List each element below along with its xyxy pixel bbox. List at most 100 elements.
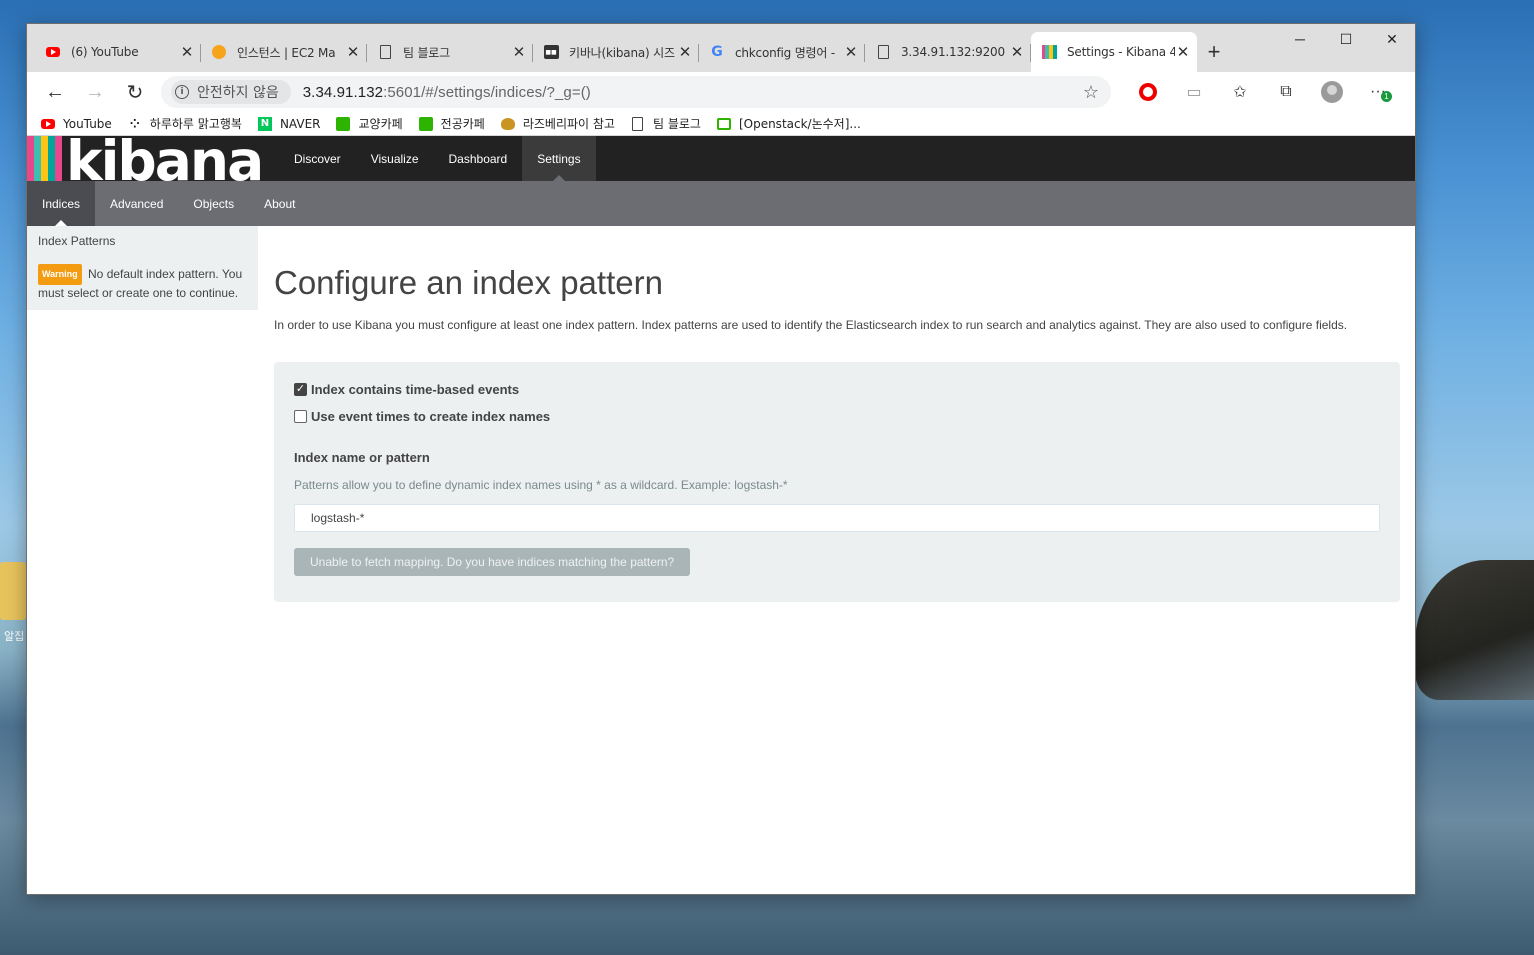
more-menu-icon[interactable]: ··· 1 bbox=[1355, 76, 1401, 108]
naver-icon: N bbox=[257, 116, 272, 131]
bookmark-star-icon[interactable]: ☆ bbox=[1083, 82, 1099, 103]
minimize-icon[interactable]: ─ bbox=[1277, 24, 1323, 54]
index-name-help: Patterns allow you to define dynamic ind… bbox=[294, 478, 788, 492]
bookmark-raspberry[interactable]: 라즈베리파이 참고 bbox=[500, 115, 615, 132]
security-indicator[interactable]: i 안전하지 않음 bbox=[171, 80, 291, 104]
toolbar-icons: ▭ ✩ ⧉ ··· 1 bbox=[1125, 76, 1401, 108]
time-based-checkbox-row[interactable]: ✓ Index contains time-based events bbox=[294, 382, 1380, 397]
tab-title: (6) YouTube bbox=[71, 45, 139, 59]
nav-settings[interactable]: Settings bbox=[522, 136, 596, 181]
close-tab-icon[interactable]: ✕ bbox=[677, 43, 693, 61]
index-name-label: Index name or pattern bbox=[294, 450, 430, 465]
tab-indices[interactable]: Indices bbox=[27, 181, 96, 226]
tab-kibana-blog[interactable]: ■■ 키바나(kibana) 시즈 ✕ bbox=[533, 32, 699, 72]
tab-title: 키바나(kibana) 시즈 bbox=[569, 45, 675, 60]
bookmark-label: 교양카페 bbox=[358, 117, 403, 131]
nav-visualize[interactable]: Visualize bbox=[356, 136, 434, 181]
tab-advanced[interactable]: Advanced bbox=[95, 181, 178, 226]
bookmark-label: YouTube bbox=[63, 116, 112, 131]
tab-strip: (6) YouTube ✕ 인스턴스 | EC2 Ma ✕ 팀 블로그 ✕ ■■… bbox=[27, 24, 1415, 72]
document-icon bbox=[631, 116, 645, 131]
tab-kibana-settings[interactable]: Settings - Kibana 4 ✕ bbox=[1031, 32, 1197, 72]
event-times-checkbox-row[interactable]: Use event times to create index names bbox=[294, 409, 1380, 424]
url-path: :5601/#/settings/indices/?_g=() bbox=[383, 83, 591, 101]
cafe-icon bbox=[418, 116, 433, 131]
kibana-logo[interactable]: kibana bbox=[27, 136, 279, 181]
bookmark-youtube[interactable]: YouTube bbox=[41, 117, 112, 131]
tab-title: Settings - Kibana 4 bbox=[1067, 45, 1175, 59]
no-default-warning: Warning No default index pattern. You mu… bbox=[38, 264, 247, 302]
time-based-label: Index contains time-based events bbox=[311, 382, 520, 397]
bookmark-openstack[interactable]: [Openstack/논수저]... bbox=[716, 115, 861, 132]
kibana-content: Index Patterns Warning No default index … bbox=[27, 226, 1415, 602]
tab-team-blog[interactable]: 팀 블로그 ✕ bbox=[367, 32, 533, 72]
browser-window: (6) YouTube ✕ 인스턴스 | EC2 Ma ✕ 팀 블로그 ✕ ■■… bbox=[26, 23, 1416, 895]
security-label: 안전하지 않음 bbox=[197, 85, 279, 101]
maximize-icon[interactable]: ☐ bbox=[1323, 24, 1369, 54]
document-icon bbox=[875, 44, 891, 60]
kibana-main-menu: Discover Visualize Dashboard Settings bbox=[279, 136, 596, 181]
bookmark-label: NAVER bbox=[279, 116, 321, 131]
close-tab-icon[interactable]: ✕ bbox=[843, 43, 859, 61]
kibana-logo-bars bbox=[27, 136, 62, 181]
bookmark-daily-blog[interactable]: ⁘ 하루하루 맑고행복 bbox=[128, 115, 242, 132]
blog-icon bbox=[716, 117, 731, 131]
tab-youtube[interactable]: (6) YouTube ✕ bbox=[35, 32, 201, 72]
nav-discover[interactable]: Discover bbox=[279, 136, 356, 181]
bookmark-team-blog[interactable]: 팀 블로그 bbox=[631, 115, 701, 132]
bookmark-naver[interactable]: N NAVER bbox=[257, 116, 321, 131]
close-tab-icon[interactable]: ✕ bbox=[345, 43, 361, 61]
bookmarks-bar: YouTube ⁘ 하루하루 맑고행복 N NAVER 교양카페 전공카페 라즈… bbox=[27, 112, 1415, 136]
cafe-icon bbox=[336, 116, 351, 131]
bookmark-label: 라즈베리파이 참고 bbox=[522, 117, 615, 131]
window-controls: ─ ☐ ✕ bbox=[1277, 24, 1415, 54]
bookmark-label: 하루하루 맑고행복 bbox=[149, 117, 242, 131]
tab-title: 인스턴스 | EC2 Ma bbox=[237, 45, 336, 60]
tab-title: 3.34.91.132:9200 bbox=[901, 45, 1005, 59]
profile-avatar-icon[interactable] bbox=[1309, 76, 1355, 108]
aws-icon bbox=[211, 44, 227, 60]
new-tab-button[interactable]: + bbox=[1197, 32, 1231, 72]
warning-badge: Warning bbox=[38, 264, 82, 285]
event-times-checkbox[interactable] bbox=[294, 410, 307, 423]
create-index-pattern-button[interactable]: Unable to fetch mapping. Do you have ind… bbox=[294, 548, 691, 576]
close-window-icon[interactable]: ✕ bbox=[1369, 24, 1415, 54]
dots-icon: ⁘ bbox=[129, 116, 140, 131]
tab-about[interactable]: About bbox=[249, 181, 310, 226]
collections-icon[interactable]: ⧉ bbox=[1263, 76, 1309, 108]
event-times-label: Use event times to create index names bbox=[311, 409, 551, 424]
kibana-navbar: kibana Discover Visualize Dashboard Sett… bbox=[27, 136, 1415, 181]
desktop-icon-label: 알집 bbox=[4, 630, 25, 643]
close-tab-icon[interactable]: ✕ bbox=[1009, 43, 1025, 61]
desktop-folder-icon[interactable] bbox=[0, 562, 26, 620]
index-patterns-title: Index Patterns bbox=[38, 234, 116, 248]
close-tab-icon[interactable]: ✕ bbox=[511, 43, 527, 61]
cast-extension-icon[interactable]: ▭ bbox=[1171, 76, 1217, 108]
kibana-icon bbox=[1041, 44, 1057, 60]
tab-objects[interactable]: Objects bbox=[178, 181, 249, 226]
opera-extension-icon[interactable] bbox=[1125, 76, 1171, 108]
tab-ec2[interactable]: 인스턴스 | EC2 Ma ✕ bbox=[201, 32, 367, 72]
bookmark-label: [Openstack/논수저]... bbox=[738, 117, 861, 131]
bookmark-major-cafe[interactable]: 전공카페 bbox=[418, 115, 485, 132]
favorites-icon[interactable]: ✩ bbox=[1217, 76, 1263, 108]
index-pattern-input[interactable]: logstash-* bbox=[294, 504, 1380, 532]
back-icon[interactable]: ← bbox=[35, 76, 75, 108]
url-text[interactable]: 3.34.91.132:5601/#/settings/indices/?_g=… bbox=[303, 84, 591, 101]
address-bar[interactable]: i 안전하지 않음 3.34.91.132:5601/#/settings/in… bbox=[161, 76, 1111, 108]
settings-subnav: Indices Advanced Objects About bbox=[27, 181, 1415, 226]
close-tab-icon[interactable]: ✕ bbox=[179, 43, 195, 61]
index-pattern-form: ✓ Index contains time-based events Use e… bbox=[274, 362, 1400, 602]
time-based-checkbox[interactable]: ✓ bbox=[294, 383, 307, 396]
desktop-wallpaper-rock bbox=[1415, 560, 1534, 700]
reload-icon[interactable]: ↻ bbox=[115, 76, 155, 108]
nav-dashboard[interactable]: Dashboard bbox=[434, 136, 523, 181]
url-host: 3.34.91.132 bbox=[302, 83, 384, 101]
tab-elasticsearch[interactable]: 3.34.91.132:9200 ✕ bbox=[865, 32, 1031, 72]
forward-icon[interactable]: → bbox=[75, 76, 115, 108]
tab-google[interactable]: G chkconfig 명령어 - ✕ bbox=[699, 32, 865, 72]
bookmark-liberal-cafe[interactable]: 교양카페 bbox=[336, 115, 403, 132]
update-badge: 1 bbox=[1381, 91, 1392, 102]
close-tab-icon[interactable]: ✕ bbox=[1175, 43, 1191, 61]
tab-title: chkconfig 명령어 - bbox=[735, 45, 835, 60]
